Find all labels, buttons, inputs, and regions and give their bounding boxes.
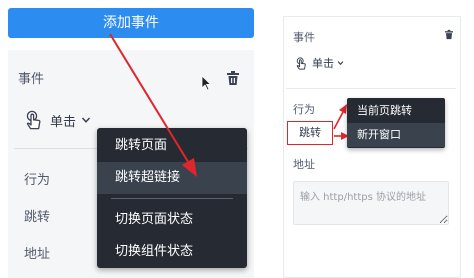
right-trigger-select[interactable]: 单击 <box>295 56 344 70</box>
chevron-down-icon <box>81 117 91 123</box>
jump-mode-dropdown-menu: 当前页跳转 新开窗口 <box>347 98 445 148</box>
trigger-select[interactable]: 单击 <box>24 110 91 130</box>
right-trigger-value: 单击 <box>312 57 334 70</box>
menu-item-toggle-page-state[interactable]: 切换页面状态 <box>97 204 247 236</box>
right-action-label: 行为 <box>293 103 315 116</box>
chevron-down-icon <box>337 61 344 66</box>
trash-icon[interactable] <box>443 28 455 41</box>
right-jump-label: 跳转 <box>287 121 333 145</box>
hand-pointer-icon <box>296 56 306 70</box>
event-label: 事件 <box>18 72 45 87</box>
menu-divider <box>111 198 233 199</box>
menu-item-jump-link[interactable]: 跳转超链接 <box>97 162 247 194</box>
hand-pointer-icon <box>26 110 41 130</box>
trash-icon[interactable] <box>224 69 242 87</box>
action-dropdown-menu: 跳转页面 跳转超链接 切换页面状态 切换组件状态 <box>97 128 247 268</box>
jump-label: 跳转 <box>24 210 51 225</box>
address-label: 地址 <box>24 247 51 262</box>
trigger-value: 单击 <box>50 114 77 130</box>
menu-item-jump-page[interactable]: 跳转页面 <box>97 130 247 162</box>
right-address-label: 地址 <box>293 158 315 171</box>
left-panel: 添加事件 事件 单击 行为 跳转 地址 跳转页面 跳转超链接 切换页面状态 切换… <box>0 0 262 278</box>
menu-item-new-window[interactable]: 新开窗口 <box>347 123 445 147</box>
right-event-label: 事件 <box>293 31 315 44</box>
add-event-button[interactable]: 添加事件 <box>8 8 254 38</box>
right-divider <box>286 88 456 89</box>
mouse-cursor-icon <box>201 75 212 91</box>
url-input[interactable] <box>293 181 449 225</box>
action-label: 行为 <box>24 173 51 188</box>
menu-item-current-page-jump[interactable]: 当前页跳转 <box>347 99 445 123</box>
menu-item-toggle-component-state[interactable]: 切换组件状态 <box>97 236 247 268</box>
